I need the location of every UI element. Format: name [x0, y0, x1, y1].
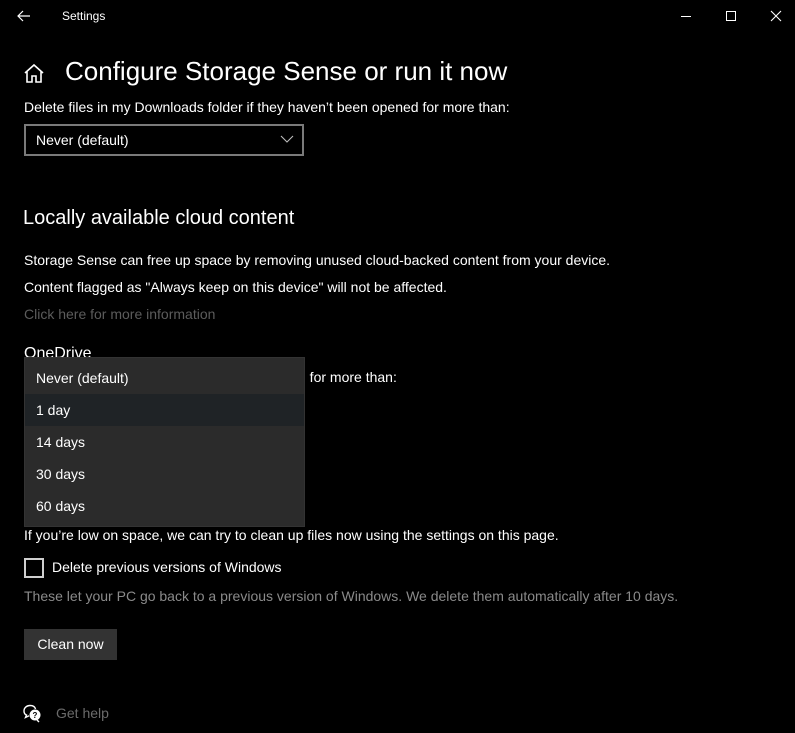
delete-previous-windows-checkbox[interactable]	[24, 558, 44, 578]
close-button[interactable]	[761, 4, 791, 28]
home-button[interactable]	[22, 62, 46, 86]
dropdown-option-never[interactable]: Never (default)	[25, 362, 304, 394]
clean-now-button[interactable]: Clean now	[24, 629, 117, 660]
close-icon	[770, 10, 782, 22]
downloads-select-value: Never (default)	[36, 132, 129, 148]
minimize-button[interactable]	[671, 4, 701, 28]
maximize-icon	[726, 11, 736, 21]
dropdown-option-14-days[interactable]: 14 days	[25, 426, 304, 458]
help-icon-wrap[interactable]: ?	[22, 703, 42, 723]
onedrive-label: d for more than:	[298, 369, 397, 385]
maximize-button[interactable]	[716, 4, 746, 28]
dropdown-option-30-days[interactable]: 30 days	[25, 458, 304, 490]
checkbox-note: These let your PC go back to a previous …	[24, 588, 679, 604]
window-title: Settings	[62, 9, 106, 23]
downloads-label: Delete files in my Downloads folder if t…	[24, 99, 510, 115]
more-info-link[interactable]: Click here for more information	[24, 306, 215, 322]
chevron-down-icon	[280, 135, 294, 143]
dropdown-option-60-days[interactable]: 60 days	[25, 490, 304, 522]
back-button[interactable]	[14, 6, 34, 26]
duration-dropdown-list: Never (default) 1 day 14 days 30 days 60…	[24, 357, 305, 527]
home-icon	[24, 63, 44, 83]
clean-desc: If you’re low on space, we can try to cl…	[24, 527, 559, 543]
page-title: Configure Storage Sense or run it now	[65, 56, 508, 86]
downloads-select[interactable]: Never (default)	[24, 124, 304, 156]
cloud-desc-2: Content flagged as "Always keep on this …	[24, 279, 447, 295]
arrow-left-icon	[17, 10, 30, 22]
checkbox-label: Delete previous versions of Windows	[52, 559, 282, 575]
cloud-desc-1: Storage Sense can free up space by remov…	[24, 252, 611, 268]
dropdown-option-1-day[interactable]: 1 day	[25, 394, 304, 426]
help-chat-icon: ?	[23, 704, 41, 723]
get-help-link[interactable]: Get help	[56, 705, 109, 721]
svg-text:?: ?	[33, 711, 38, 720]
section-title-cloud: Locally available cloud content	[23, 207, 295, 229]
minimize-icon	[681, 16, 691, 17]
